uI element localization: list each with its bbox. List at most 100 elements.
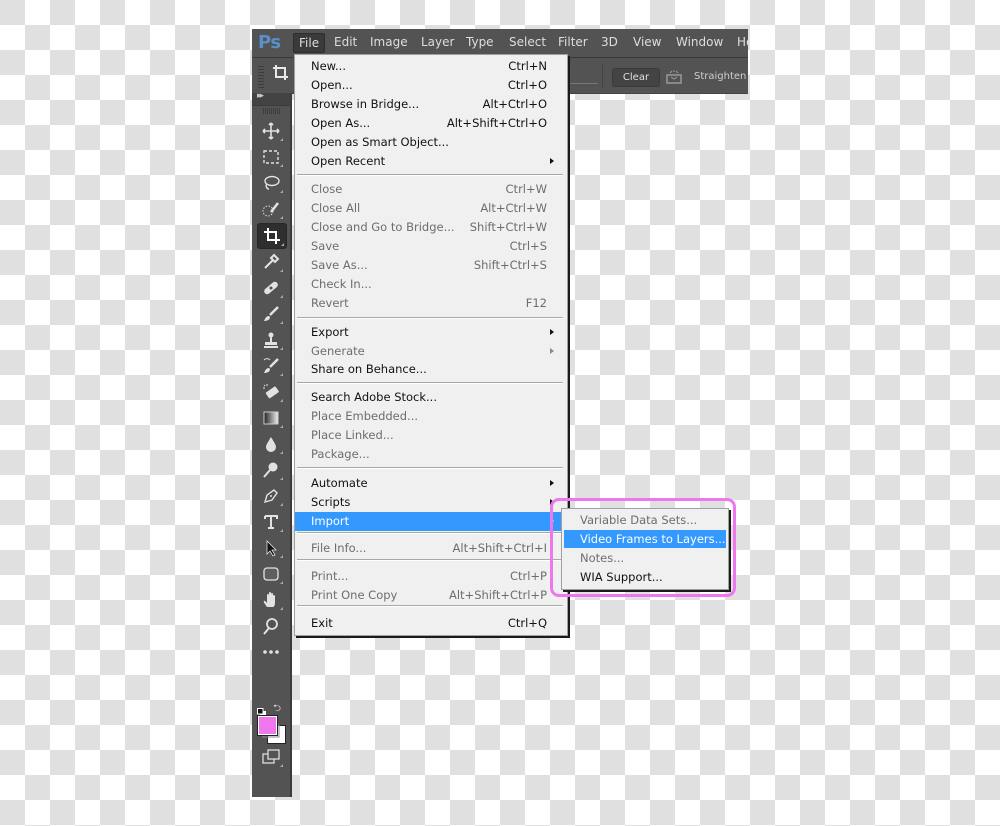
file-menu-item-revert[interactable]: Revert F12: [295, 294, 563, 313]
straighten-level-icon[interactable]: [666, 69, 682, 84]
file-menu-item-browse-in-bridge[interactable]: Browse in Bridge... Alt+Ctrl+O: [295, 95, 563, 114]
menu-item-label: Open as Smart Object...: [311, 135, 449, 149]
file-menu-item-package[interactable]: Package...: [295, 445, 563, 464]
quick-selection-tool[interactable]: [257, 197, 285, 221]
menu-item-label: Scripts: [311, 495, 351, 509]
file-menu-item-share-on-behance[interactable]: Share on Behance...: [295, 360, 563, 379]
menu-item-label: Close: [311, 182, 343, 196]
menu-layer[interactable]: Layer: [421, 35, 454, 49]
file-menu-item-export[interactable]: Export: [295, 323, 563, 342]
file-menu-item-close[interactable]: Close Ctrl+W: [295, 180, 563, 199]
straighten-label[interactable]: Straighten: [694, 71, 746, 82]
brush-tool[interactable]: [257, 302, 285, 326]
file-menu-item-place-embedded[interactable]: Place Embedded...: [295, 407, 563, 426]
divider: [602, 64, 603, 88]
menu-item-shortcut: Ctrl+W: [505, 182, 547, 196]
menu-window[interactable]: Window: [676, 35, 723, 49]
menu-view[interactable]: View: [633, 35, 661, 49]
menu-item-label: Share on Behance...: [311, 362, 427, 376]
ratio-field-underline: [568, 83, 598, 84]
type-tool[interactable]: [257, 510, 285, 534]
shape-tool[interactable]: [257, 562, 285, 586]
file-menu-item-close-all[interactable]: Close All Alt+Ctrl+W: [295, 199, 563, 218]
menu-item-label: Automate: [311, 476, 368, 490]
type-icon: [264, 515, 278, 529]
stamp-icon: [264, 332, 278, 348]
file-menu-item-print[interactable]: Print... Ctrl+P: [295, 567, 563, 586]
eyedropper-tool[interactable]: [257, 250, 285, 274]
clear-button[interactable]: Clear: [612, 68, 660, 87]
file-menu-item-scripts[interactable]: Scripts: [295, 493, 563, 512]
crop-tool[interactable]: [257, 223, 287, 249]
more-tools[interactable]: [257, 640, 285, 664]
menu-item-label: Browse in Bridge...: [311, 97, 420, 111]
lasso-tool[interactable]: [257, 171, 285, 195]
file-menu-item-save[interactable]: Save Ctrl+S: [295, 237, 563, 256]
file-menu-item-open-recent[interactable]: Open Recent: [295, 152, 563, 171]
foreground-color-swatch[interactable]: [257, 715, 278, 736]
file-menu-item-open-as-smart-object[interactable]: Open as Smart Object...: [295, 133, 563, 152]
eyedropper-icon: [264, 253, 280, 269]
file-menu-item-check-in[interactable]: Check In...: [295, 275, 563, 294]
menu-select[interactable]: Select: [509, 35, 546, 49]
move-icon: [262, 122, 280, 140]
menu-item-label: Print...: [311, 569, 349, 583]
pen-icon: [263, 489, 278, 504]
collapse-icon[interactable]: ▸▸: [257, 91, 264, 101]
menu-filter[interactable]: Filter: [558, 35, 588, 49]
file-menu-item-open[interactable]: Open... Ctrl+O: [295, 76, 563, 95]
file-menu-item-file-info[interactable]: File Info... Alt+Shift+Ctrl+I: [295, 539, 563, 558]
file-menu-item-exit[interactable]: Exit Ctrl+Q: [295, 614, 563, 633]
pen-tool[interactable]: [257, 484, 285, 508]
menu-item-label: Place Embedded...: [311, 409, 419, 423]
menu-file[interactable]: File: [293, 33, 326, 53]
menu-item-shortcut: Shift+Ctrl+S: [473, 258, 547, 272]
screen-mode-button[interactable]: [257, 745, 285, 769]
zoom-tool[interactable]: [257, 614, 285, 638]
menu-help[interactable]: He: [737, 35, 748, 49]
options-bar-grip[interactable]: [258, 66, 264, 88]
import-submenu-item-video-frames-to-layers[interactable]: Video Frames to Layers...: [564, 530, 726, 548]
dodge-tool[interactable]: [257, 458, 285, 482]
blur-tool[interactable]: [257, 432, 285, 456]
tool-group-indicator: [280, 451, 283, 454]
move-tool[interactable]: [257, 119, 285, 143]
eraser-tool[interactable]: [257, 380, 285, 404]
file-menu-item-save-as[interactable]: Save As... Shift+Ctrl+S: [295, 256, 563, 275]
file-menu-item-search-adobe-stock[interactable]: Search Adobe Stock...: [295, 388, 563, 407]
clone-stamp-tool[interactable]: [257, 328, 285, 352]
tool-group-indicator: [280, 529, 283, 532]
default-colors-icon[interactable]: [257, 703, 266, 717]
file-menu-item-new[interactable]: New... Ctrl+N: [295, 57, 563, 76]
import-submenu-item-wia-support[interactable]: WIA Support...: [564, 568, 726, 586]
screen-mode-icon: [262, 749, 280, 764]
tools-panel-grip[interactable]: [263, 108, 280, 114]
menu-type[interactable]: Type: [466, 35, 494, 49]
file-menu-item-print-one-copy[interactable]: Print One Copy Alt+Shift+Ctrl+P: [295, 586, 563, 605]
menu-3d[interactable]: 3D: [601, 35, 618, 49]
menu-item-label: Open As...: [311, 116, 371, 130]
file-menu-item-automate[interactable]: Automate: [295, 474, 563, 493]
history-brush-tool[interactable]: [257, 354, 285, 378]
menu-separator: [297, 532, 563, 534]
menu-item-label: Exit: [311, 616, 333, 630]
file-menu-item-close-and-go-to-bridge[interactable]: Close and Go to Bridge... Shift+Ctrl+W: [295, 218, 563, 237]
file-menu-item-import[interactable]: Import: [295, 512, 563, 531]
crop-icon[interactable]: [272, 64, 290, 86]
hand-tool[interactable]: [257, 588, 285, 612]
path-selection-tool[interactable]: [257, 536, 285, 560]
marquee-tool[interactable]: [257, 145, 285, 169]
file-menu-item-open-as[interactable]: Open As... Alt+Shift+Ctrl+O: [295, 114, 563, 133]
history-brush-icon: [263, 358, 279, 373]
arrow-icon: [266, 540, 277, 557]
file-menu-item-generate[interactable]: Generate: [295, 342, 563, 361]
import-submenu-item-variable-data-sets[interactable]: Variable Data Sets...: [564, 511, 726, 529]
rect-marquee-icon: [263, 150, 279, 164]
menu-edit[interactable]: Edit: [334, 35, 357, 49]
gradient-tool[interactable]: [257, 406, 285, 430]
import-submenu-item-notes[interactable]: Notes...: [564, 549, 726, 567]
menu-image[interactable]: Image: [370, 35, 408, 49]
file-menu-item-place-linked[interactable]: Place Linked...: [295, 426, 563, 445]
tools-panel-header: ▸▸: [252, 91, 290, 106]
healing-brush-tool[interactable]: [257, 276, 285, 300]
